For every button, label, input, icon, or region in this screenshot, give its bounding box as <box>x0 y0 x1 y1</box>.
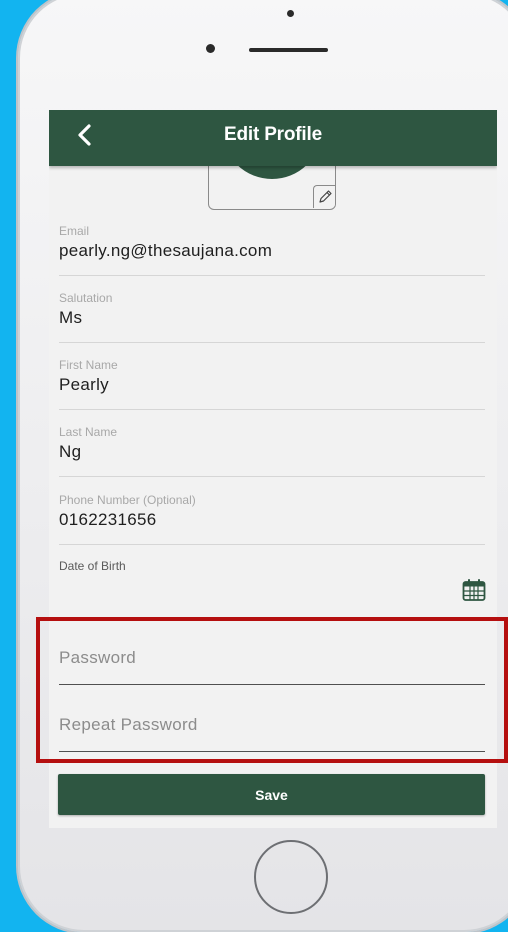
repeat-password-field <box>59 701 485 752</box>
salutation-field[interactable]: Salutation Ms <box>59 291 485 343</box>
front-camera <box>206 44 215 53</box>
date-of-birth-label: Date of Birth <box>59 559 126 573</box>
password-field <box>59 634 485 685</box>
pencil-icon <box>319 190 332 203</box>
page-title: Edit Profile <box>224 124 322 145</box>
home-button[interactable] <box>254 840 328 914</box>
save-button[interactable]: Save <box>58 774 485 815</box>
password-input[interactable] <box>59 634 485 682</box>
edit-avatar-button[interactable] <box>313 185 335 208</box>
salutation-label: Salutation <box>59 291 113 305</box>
phone-label: Phone Number (Optional) <box>59 493 196 507</box>
email-value: pearly.ng@thesaujana.com <box>59 241 273 260</box>
last-name-label: Last Name <box>59 425 118 439</box>
calendar-icon <box>462 579 486 601</box>
earpiece-speaker <box>249 48 328 52</box>
phone-field[interactable]: Phone Number (Optional) 0162231656 <box>59 493 485 545</box>
salutation-value: Ms <box>59 308 83 327</box>
phone-value: 0162231656 <box>59 510 157 529</box>
navbar: Edit Profile <box>49 110 497 166</box>
last-name-value: Ng <box>59 442 82 461</box>
app-screen: Edit Profile Email pearly.ng@thesaujana.… <box>49 110 497 828</box>
last-name-field[interactable]: Last Name Ng <box>59 425 485 477</box>
repeat-password-input[interactable] <box>59 701 485 749</box>
first-name-field[interactable]: First Name Pearly <box>59 358 485 410</box>
date-of-birth-field[interactable]: Date of Birth <box>59 559 487 609</box>
sensor-dot <box>287 10 294 17</box>
first-name-label: First Name <box>59 358 118 372</box>
first-name-value: Pearly <box>59 375 109 394</box>
calendar-button[interactable] <box>461 577 487 603</box>
email-field[interactable]: Email pearly.ng@thesaujana.com <box>59 224 485 276</box>
email-label: Email <box>59 224 90 238</box>
